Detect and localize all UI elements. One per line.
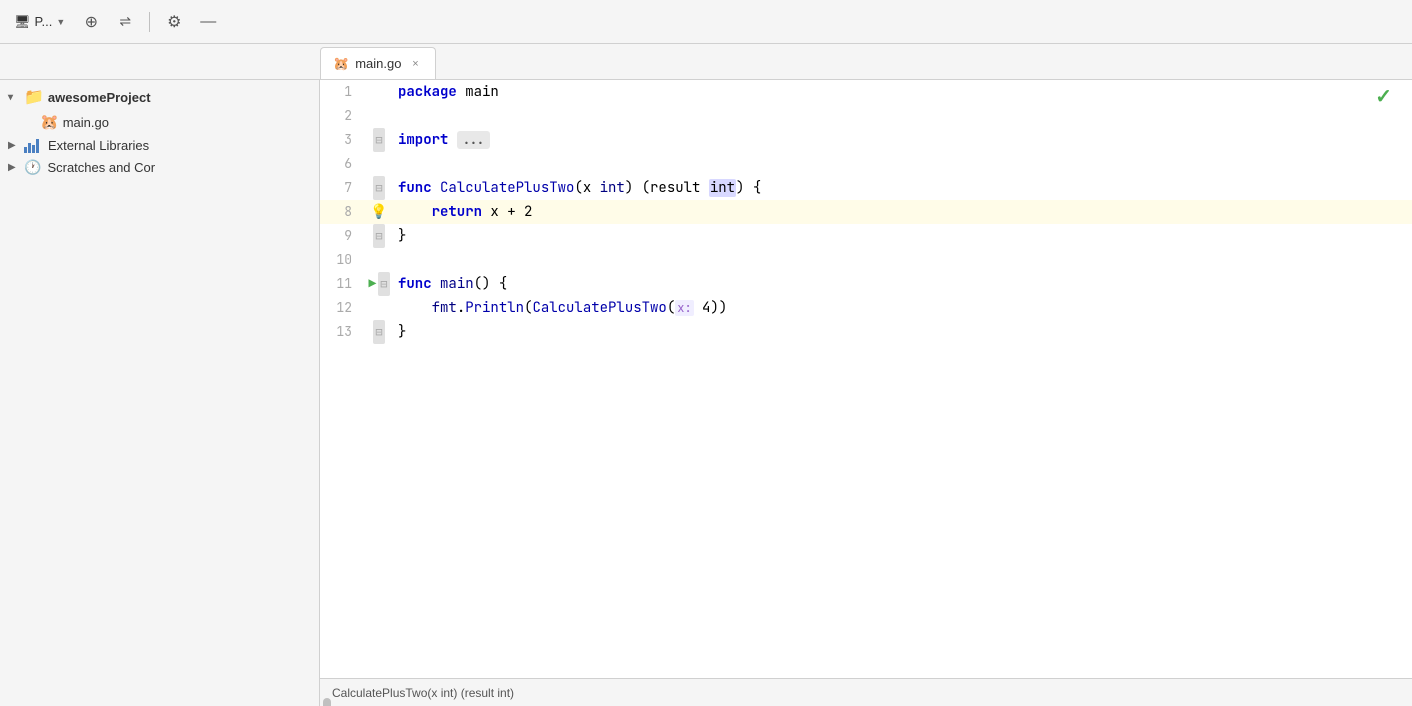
- add-icon: ⊕: [85, 12, 98, 32]
- sidebar-item-awesome-project[interactable]: ▾ 📁 awesomeProject: [0, 84, 319, 110]
- code-text-1: package main: [394, 80, 1412, 104]
- code-line-10: 10: [320, 248, 1412, 272]
- add-button[interactable]: ⊕: [77, 8, 105, 36]
- project-chevron-icon: ▾: [8, 92, 20, 103]
- project-button[interactable]: 🖥 P... ▼: [8, 10, 71, 34]
- status-text: CalculatePlusTwo(x int) (result int): [332, 686, 514, 700]
- line-num-8: 8: [320, 200, 364, 224]
- sidebar: ▾ 📁 awesomeProject 🐹 main.go ▶ External …: [0, 80, 320, 706]
- code-text-6: [394, 152, 1412, 176]
- settings-button[interactable]: ⚙: [160, 8, 188, 36]
- code-text-9: }: [394, 224, 1412, 248]
- gutter-13[interactable]: ⊟: [364, 320, 394, 344]
- line-num-12: 12: [320, 296, 364, 320]
- line-num-13: 13: [320, 320, 364, 344]
- split-icon: ⇌: [119, 13, 131, 30]
- sidebar-item-scratches[interactable]: ▶ 🕐 Scratches and Cor: [0, 156, 319, 179]
- code-text-2: [394, 104, 1412, 128]
- settings-icon: ⚙: [167, 12, 181, 32]
- code-text-7: func CalculatePlusTwo(x int) (result int…: [394, 176, 1412, 200]
- fold-close-icon-9[interactable]: ⊟: [373, 224, 384, 248]
- go-file-icon: 🐹: [40, 113, 59, 131]
- code-line-2: 2: [320, 104, 1412, 128]
- line-num-6: 6: [320, 152, 364, 176]
- line-num-9: 9: [320, 224, 364, 248]
- scratches-label: Scratches and Cor: [47, 160, 311, 175]
- ext-lib-chevron-icon: ▶: [8, 140, 20, 151]
- build-check-icon: ✓: [1375, 84, 1392, 109]
- tab-go-icon: 🐹: [333, 56, 349, 72]
- ext-lib-icon: [24, 137, 42, 153]
- main-go-label: main.go: [63, 115, 311, 130]
- line-num-2: 2: [320, 104, 364, 128]
- code-line-7: 7 ⊟ func CalculatePlusTwo(x int) (result…: [320, 176, 1412, 200]
- project-chevron: ▼: [56, 17, 65, 27]
- gutter-7[interactable]: ⊟: [364, 176, 394, 200]
- toolbar-separator: [149, 12, 150, 32]
- project-name: awesomeProject: [48, 90, 311, 105]
- code-line-9: 9 ⊟ }: [320, 224, 1412, 248]
- tab-bar: 🐹 main.go ×: [0, 44, 1412, 80]
- code-text-3: import ...: [394, 128, 1412, 152]
- gutter-3[interactable]: ⊟: [364, 128, 394, 152]
- project-window-icon: 🖥: [14, 14, 31, 30]
- minus-icon: —: [200, 13, 216, 31]
- sidebar-item-main-go[interactable]: 🐹 main.go: [0, 110, 319, 134]
- editor-area: ✓ 1 package main 2 3 ⊟ import ...: [320, 80, 1412, 706]
- code-line-6: 6: [320, 152, 1412, 176]
- sidebar-item-external-libraries[interactable]: ▶ External Libraries: [0, 134, 319, 156]
- bulb-icon[interactable]: 💡: [370, 200, 387, 224]
- line-num-3: 3: [320, 128, 364, 152]
- main-area: ▾ 📁 awesomeProject 🐹 main.go ▶ External …: [0, 80, 1412, 706]
- run-icon-11[interactable]: ▶: [368, 272, 376, 296]
- code-text-13: }: [394, 320, 1412, 344]
- code-line-12: 12 fmt.Println(CalculatePlusTwo(x: 4)): [320, 296, 1412, 320]
- scrollbar-thumb[interactable]: [323, 698, 331, 706]
- fold-icon-11[interactable]: ⊟: [378, 272, 389, 296]
- code-text-8: return x + 2: [394, 200, 1412, 224]
- code-line-13: 13 ⊟ }: [320, 320, 1412, 344]
- gutter-9[interactable]: ⊟: [364, 224, 394, 248]
- external-libraries-label: External Libraries: [48, 138, 311, 153]
- line-num-11: 11: [320, 272, 364, 296]
- scratches-icon: 🕐: [24, 159, 41, 176]
- code-text-12: fmt.Println(CalculatePlusTwo(x: 4)): [394, 296, 1412, 320]
- tab-main-go[interactable]: 🐹 main.go ×: [320, 47, 436, 79]
- code-line-8: 8 💡 return x + 2: [320, 200, 1412, 224]
- fold-close-icon-13[interactable]: ⊟: [373, 320, 384, 344]
- tab-label: main.go: [355, 56, 401, 71]
- code-text-10: [394, 248, 1412, 272]
- split-button[interactable]: ⇌: [111, 8, 139, 36]
- scratches-chevron-icon: ▶: [8, 162, 20, 173]
- tab-close-button[interactable]: ×: [407, 56, 423, 72]
- gutter-11[interactable]: ▶ ⊟: [364, 272, 394, 296]
- code-line-11: 11 ▶ ⊟ func main() {: [320, 272, 1412, 296]
- line-num-1: 1: [320, 80, 364, 104]
- fold-icon-7[interactable]: ⊟: [373, 176, 384, 200]
- line-num-10: 10: [320, 248, 364, 272]
- editor-content[interactable]: 1 package main 2 3 ⊟ import ... 6: [320, 80, 1412, 678]
- code-line-1: 1 package main: [320, 80, 1412, 104]
- minus-button[interactable]: —: [194, 8, 222, 36]
- fold-icon-3[interactable]: ⊟: [373, 128, 384, 152]
- folder-icon: 📁: [24, 87, 44, 107]
- code-text-11: func main() {: [394, 272, 1412, 296]
- code-line-3: 3 ⊟ import ...: [320, 128, 1412, 152]
- toolbar: 🖥 P... ▼ ⊕ ⇌ ⚙ —: [0, 0, 1412, 44]
- status-bar: CalculatePlusTwo(x int) (result int): [320, 678, 1412, 706]
- gutter-8[interactable]: 💡: [364, 200, 394, 224]
- project-label: P...: [35, 14, 53, 29]
- editor-top-bar: ✓: [1367, 80, 1400, 113]
- line-num-7: 7: [320, 176, 364, 200]
